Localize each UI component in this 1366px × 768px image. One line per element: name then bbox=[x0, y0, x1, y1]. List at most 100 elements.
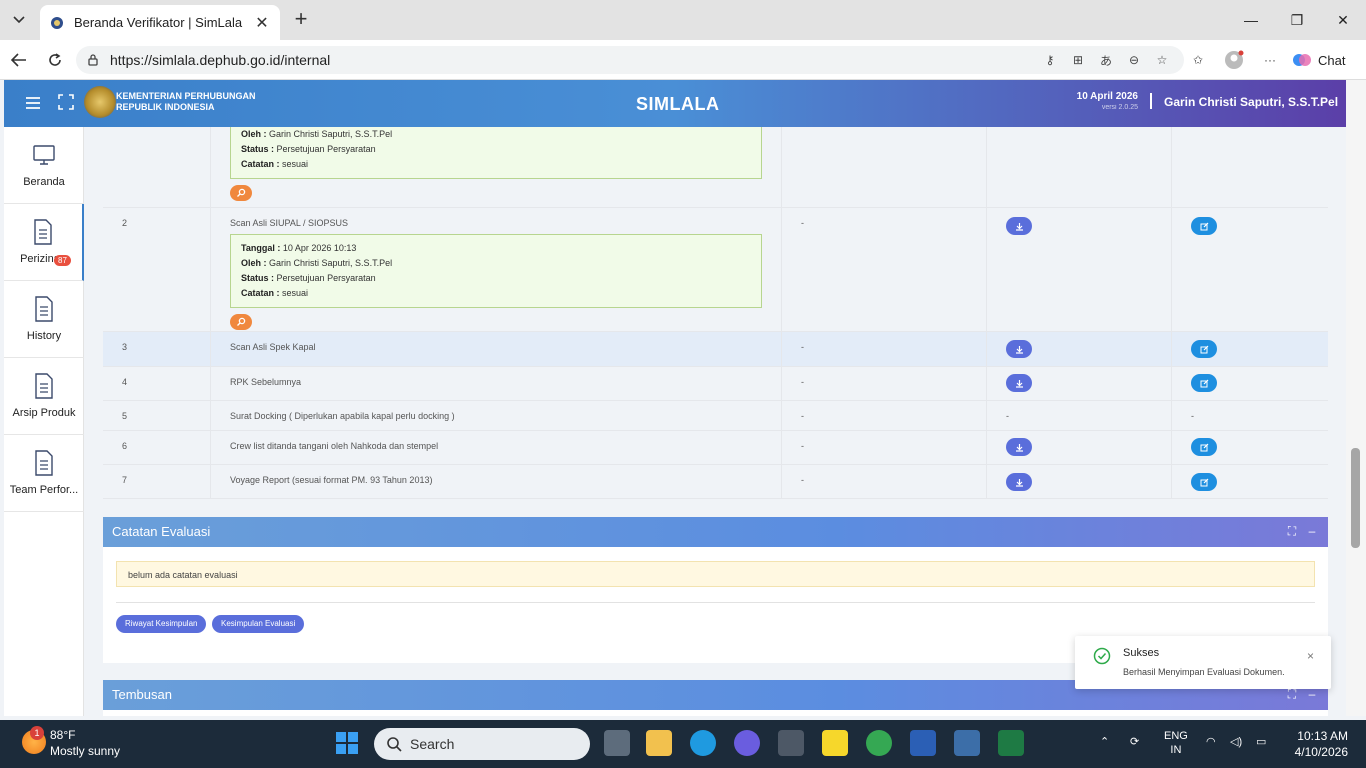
riwayat-kesimpulan-button[interactable]: Riwayat Kesimpulan bbox=[116, 615, 207, 633]
success-toast: Sukses Berhasil Menyimpan Evaluasi Dokum… bbox=[1075, 636, 1331, 689]
camera-icon[interactable] bbox=[778, 730, 804, 756]
volume-icon[interactable]: ◁) bbox=[1230, 735, 1242, 748]
taskbar-search[interactable]: Search bbox=[374, 728, 590, 760]
expand-icon[interactable]: ⛶ bbox=[1286, 525, 1298, 537]
windows-taskbar: 1 88°F Mostly sunny Search ⌃ ⟳ ENG IN ◠ … bbox=[0, 720, 1366, 768]
file-explorer-icon[interactable] bbox=[646, 730, 672, 756]
download-button[interactable] bbox=[1006, 340, 1032, 358]
edit-button[interactable] bbox=[1191, 340, 1217, 358]
back-arrow-icon[interactable] bbox=[6, 48, 32, 72]
tray-chevron-icon[interactable]: ⌃ bbox=[1100, 735, 1109, 748]
table-row: 4 RPK Sebelumnya - bbox=[103, 367, 1328, 401]
word-icon[interactable] bbox=[910, 730, 936, 756]
edit-button[interactable] bbox=[1191, 473, 1217, 491]
excel-icon[interactable] bbox=[998, 730, 1024, 756]
expand-icon[interactable]: ⛶ bbox=[1286, 688, 1298, 700]
battery-icon[interactable]: ▭ bbox=[1256, 735, 1266, 748]
header-date: 10 April 2026 bbox=[1076, 91, 1138, 102]
weather-temp[interactable]: 88°F bbox=[50, 728, 75, 742]
hamburger-menu-icon[interactable] bbox=[24, 94, 42, 112]
sidebar-item-team-performance[interactable]: Team Perfor... bbox=[4, 435, 84, 512]
tab-close-icon[interactable]: ✕ bbox=[254, 13, 270, 33]
header-separator bbox=[1150, 93, 1152, 109]
current-user[interactable]: Garin Christi Saputri, S.S.T.Pel bbox=[1164, 95, 1338, 109]
reload-icon[interactable] bbox=[42, 48, 68, 72]
site-info-icon[interactable] bbox=[86, 53, 100, 67]
taskbar-clock[interactable]: 10:13 AM 4/10/2026 bbox=[1292, 728, 1348, 760]
sidebar-item-perizinan[interactable]: Perizinan 87 bbox=[4, 204, 84, 281]
address-bar[interactable]: https://simlala.dephub.go.id/internal bbox=[76, 46, 1184, 74]
perizinan-count-badge: 87 bbox=[54, 255, 71, 266]
browser-tab-active[interactable]: Beranda Verifikator | SimLala ✕ bbox=[40, 5, 280, 40]
collapse-icon[interactable]: – bbox=[1306, 688, 1318, 700]
copilot-chat-button[interactable]: Chat bbox=[1292, 48, 1345, 72]
sidebar-item-beranda[interactable]: Beranda bbox=[4, 127, 84, 204]
download-icon bbox=[1015, 379, 1023, 388]
key-icon[interactable]: ⚷ bbox=[1040, 50, 1060, 70]
more-menu-icon[interactable]: ··· bbox=[1260, 50, 1280, 70]
window-minimize-icon[interactable]: — bbox=[1228, 0, 1274, 40]
edit-button[interactable] bbox=[1191, 217, 1217, 235]
document-icon bbox=[35, 373, 53, 399]
document-name: Crew list ditanda tangani oleh Nahkoda d… bbox=[211, 431, 782, 464]
collapse-icon[interactable]: – bbox=[1306, 525, 1318, 537]
copilot-app-icon[interactable] bbox=[734, 730, 760, 756]
card-title: Catatan Evaluasi bbox=[103, 517, 1328, 547]
edge-browser-icon[interactable] bbox=[690, 730, 716, 756]
table-row: 5 Surat Docking ( Diperlukan apabila kap… bbox=[103, 401, 1328, 431]
copilot-icon bbox=[1293, 54, 1311, 66]
wifi-icon[interactable]: ◠ bbox=[1206, 735, 1216, 748]
sidebar-item-history[interactable]: History bbox=[4, 281, 84, 358]
url-text: https://simlala.dephub.go.id/internal bbox=[110, 52, 331, 68]
download-button[interactable] bbox=[1006, 217, 1032, 235]
download-button[interactable] bbox=[1006, 473, 1032, 491]
sticky-notes-icon[interactable] bbox=[822, 730, 848, 756]
kesimpulan-evaluasi-button[interactable]: Kesimpulan Evaluasi bbox=[212, 615, 305, 633]
verification-info: Tanggal : 10 Apr 2026 10:13 Oleh : Garin… bbox=[230, 234, 762, 308]
windows-start-icon[interactable] bbox=[334, 730, 360, 756]
apps-icon[interactable]: ⊞ bbox=[1068, 50, 1088, 70]
scrollbar-thumb[interactable] bbox=[1351, 448, 1360, 548]
document-icon bbox=[34, 219, 52, 245]
favorites-icon[interactable]: ✩ bbox=[1188, 50, 1208, 70]
profile-avatar[interactable] bbox=[1224, 50, 1244, 70]
favorite-star-icon[interactable]: ☆ bbox=[1152, 50, 1172, 70]
magnifier-icon bbox=[237, 317, 246, 326]
edit-button[interactable] bbox=[1191, 438, 1217, 456]
tab-list-chevron-icon[interactable] bbox=[6, 8, 32, 32]
document-name: Surat Docking ( Diperlukan apabila kapal… bbox=[211, 401, 782, 430]
verification-info: Oleh : Garin Christi Saputri, S.S.T.Pel … bbox=[230, 127, 762, 179]
window-restore-icon[interactable]: ❐ bbox=[1274, 0, 1320, 40]
view-detail-button[interactable] bbox=[230, 185, 252, 201]
check-circle-icon bbox=[1093, 647, 1111, 665]
table-row: Oleh : Garin Christi Saputri, S.S.T.Pel … bbox=[103, 127, 1328, 208]
browser-toolbar: https://simlala.dephub.go.id/internal ⚷ … bbox=[0, 40, 1366, 80]
download-button[interactable] bbox=[1006, 438, 1032, 456]
new-tab-plus-icon[interactable]: + bbox=[290, 8, 312, 30]
table-row: 7 Voyage Report (sesuai format PM. 93 Ta… bbox=[103, 465, 1328, 499]
search-icon bbox=[387, 737, 402, 752]
page-scrollbar[interactable] bbox=[1346, 80, 1366, 716]
table-row: 6 Crew list ditanda tangani oleh Nahkoda… bbox=[103, 431, 1328, 465]
edit-button[interactable] bbox=[1191, 374, 1217, 392]
weather-condition[interactable]: Mostly sunny bbox=[50, 744, 120, 758]
fullscreen-icon[interactable] bbox=[58, 94, 74, 110]
chrome-icon[interactable] bbox=[866, 730, 892, 756]
document-name: RPK Sebelumnya bbox=[211, 367, 782, 400]
document-name: Scan Asli Spek Kapal bbox=[211, 332, 782, 366]
toast-close-icon[interactable]: × bbox=[1307, 649, 1314, 663]
zoom-icon[interactable]: ⊖ bbox=[1124, 50, 1144, 70]
language-indicator[interactable]: ENG IN bbox=[1164, 729, 1188, 757]
sync-icon[interactable]: ⟳ bbox=[1130, 735, 1139, 748]
task-view-icon[interactable] bbox=[604, 730, 630, 756]
app-brand: SIMLALA bbox=[636, 94, 720, 114]
app-version: versi 2.0.25 bbox=[1101, 104, 1138, 111]
calculator-icon[interactable] bbox=[954, 730, 980, 756]
download-button[interactable] bbox=[1006, 374, 1032, 392]
window-close-icon[interactable]: ✕ bbox=[1320, 0, 1366, 40]
sidebar-item-arsip-produk[interactable]: Arsip Produk bbox=[4, 358, 84, 435]
document-icon bbox=[35, 450, 53, 476]
view-detail-button[interactable] bbox=[230, 314, 252, 330]
translate-icon[interactable]: あ bbox=[1096, 50, 1116, 70]
download-icon bbox=[1015, 345, 1023, 354]
